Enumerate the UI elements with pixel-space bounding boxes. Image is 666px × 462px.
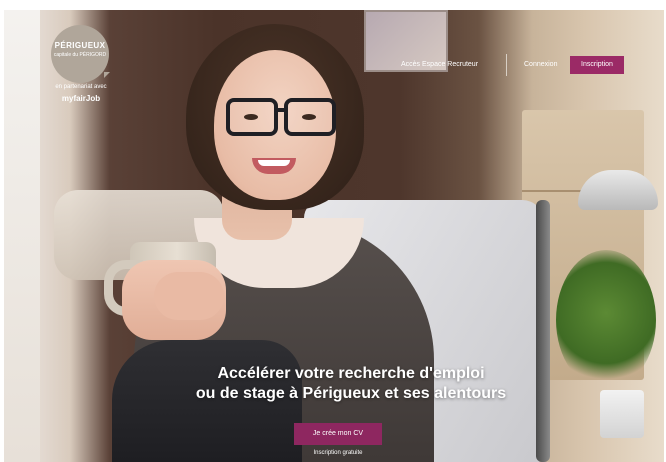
- partner-text: en partenariat avec: [55, 84, 107, 90]
- partner-brand[interactable]: myfairJob: [38, 94, 124, 103]
- hero-headline-line-2: ou de stage à Périgueux et ses alentours: [195, 385, 507, 402]
- free-signup-note: Inscription gratuite: [313, 450, 363, 456]
- desk-lamp: [578, 170, 658, 210]
- signup-button[interactable]: Inscription: [570, 56, 624, 74]
- logo-name: PÉRIGUEUX: [54, 41, 106, 50]
- hero-headline-line-1: Accélérer votre recherche d'emploi: [217, 365, 485, 382]
- plant-pot: [600, 390, 644, 438]
- create-cv-button[interactable]: Je crée mon CV: [294, 423, 382, 445]
- nav-divider: [506, 54, 507, 76]
- perigueux-logo[interactable]: PÉRIGUEUX capitale du PÉRIGORD: [51, 25, 109, 83]
- hero-banner: PÉRIGUEUX capitale du PÉRIGORD en parten…: [4, 10, 664, 462]
- woman-hand-fingers: [154, 272, 224, 320]
- logo-subtitle: capitale du PÉRIGORD: [53, 52, 107, 58]
- recruiter-space-link[interactable]: Accès Espace Recruteur: [401, 61, 478, 68]
- logo-speech-tail: [104, 72, 110, 78]
- hero-headline: Accélérer votre recherche d'emploi ou de…: [116, 364, 586, 404]
- glasses-icon: [226, 98, 342, 142]
- login-link[interactable]: Connexion: [524, 61, 557, 68]
